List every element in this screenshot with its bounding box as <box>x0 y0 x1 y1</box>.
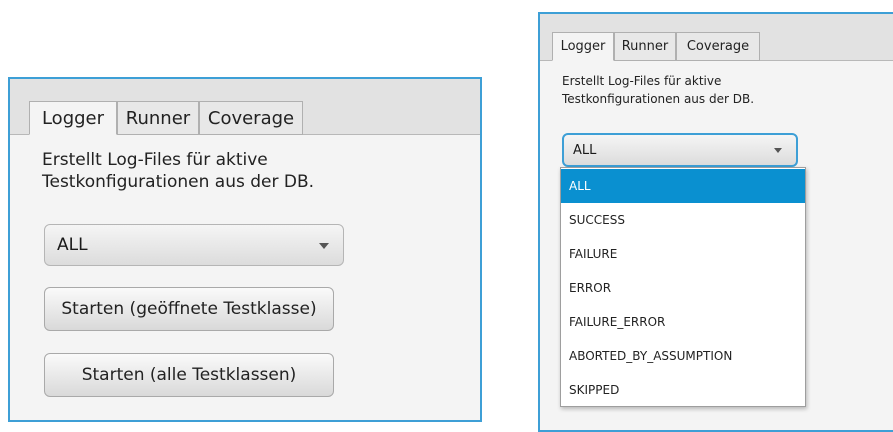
option-skipped[interactable]: SKIPPED <box>561 373 805 407</box>
option-error[interactable]: ERROR <box>561 271 805 305</box>
option-aborted-by-assumption[interactable]: ABORTED_BY_ASSUMPTION <box>561 339 805 373</box>
description-line-1: Erstellt Log-Files für aktive <box>42 150 268 170</box>
logger-panel-left: Logger Runner Coverage Erstellt Log-File… <box>8 77 482 422</box>
tab-runner[interactable]: Runner <box>614 32 676 61</box>
option-label: SUCCESS <box>569 213 625 227</box>
tab-runner-label: Runner <box>621 39 669 54</box>
tab-coverage-label: Coverage <box>686 39 750 54</box>
tab-logger-label: Logger <box>560 39 606 54</box>
option-failure[interactable]: FAILURE <box>561 237 805 271</box>
start-open-testclass-button[interactable]: Starten (geöffnete Testklasse) <box>44 287 334 331</box>
option-label: ERROR <box>569 281 612 295</box>
result-filter-combobox[interactable]: ALL <box>562 133 798 167</box>
combobox-value: ALL <box>57 235 88 255</box>
description-line-2: Testkonfigurationen aus der DB. <box>562 92 755 106</box>
option-label: FAILURE_ERROR <box>569 315 666 329</box>
tab-coverage[interactable]: Coverage <box>199 101 303 135</box>
tab-runner-label: Runner <box>125 107 191 129</box>
option-success[interactable]: SUCCESS <box>561 203 805 237</box>
tab-logger[interactable]: Logger <box>29 101 117 135</box>
option-failure-error[interactable]: FAILURE_ERROR <box>561 305 805 339</box>
option-label: ABORTED_BY_ASSUMPTION <box>569 349 733 363</box>
tab-logger[interactable]: Logger <box>552 32 614 61</box>
option-label: ALL <box>569 179 591 193</box>
description-text: Erstellt Log-Files für aktive Testkonfig… <box>42 149 314 193</box>
option-label: FAILURE <box>569 247 618 261</box>
description-text: Erstellt Log-Files für aktive Testkonfig… <box>562 72 754 108</box>
start-all-testclasses-button[interactable]: Starten (alle Testklassen) <box>44 353 334 397</box>
tab-coverage[interactable]: Coverage <box>676 32 760 61</box>
start-open-testclass-label: Starten (geöffnete Testklasse) <box>61 299 317 319</box>
description-line-1: Erstellt Log-Files für aktive <box>562 74 722 88</box>
start-all-testclasses-label: Starten (alle Testklassen) <box>81 365 297 385</box>
combobox-value: ALL <box>573 142 597 158</box>
tab-coverage-label: Coverage <box>207 107 295 129</box>
chevron-down-icon <box>319 243 329 249</box>
combobox-dropdown-list: ALL SUCCESS FAILURE ERROR FAILURE_ERROR … <box>560 167 806 407</box>
tab-bar: Logger Runner Coverage <box>10 79 480 135</box>
chevron-down-icon <box>774 148 782 153</box>
tab-logger-label: Logger <box>41 107 105 129</box>
result-filter-combobox[interactable]: ALL <box>44 224 344 266</box>
tab-runner[interactable]: Runner <box>117 101 199 135</box>
option-all[interactable]: ALL <box>561 169 805 203</box>
option-label: SKIPPED <box>569 383 620 397</box>
tab-bar: Logger Runner Coverage <box>540 14 893 61</box>
description-line-2: Testkonfigurationen aus der DB. <box>42 172 315 193</box>
